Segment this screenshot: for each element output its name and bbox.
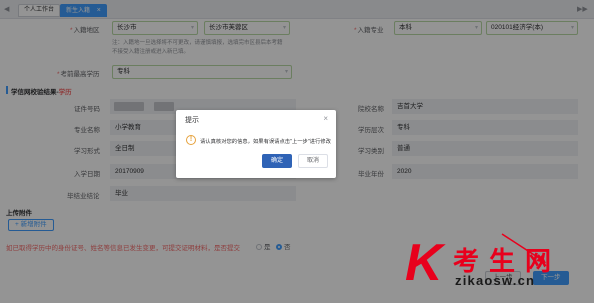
warning-icon: !	[186, 135, 196, 145]
confirm-button[interactable]: 确定	[262, 154, 292, 168]
watermark-logo: K	[405, 234, 443, 292]
site-watermark: K 考生网 zikaosw.cn	[405, 234, 590, 299]
watermark-url: zikaosw.cn	[455, 273, 536, 288]
cancel-button[interactable]: 取消	[298, 154, 328, 168]
confirm-dialog: 提示 × ! 请认真核对您的信息，如果有误请点击"上一步"进行修改 确定 取消	[176, 110, 336, 178]
close-icon[interactable]: ×	[323, 114, 328, 123]
dialog-message: 请认真核对您的信息，如果有误请点击"上一步"进行修改	[200, 139, 331, 145]
dialog-title: 提示	[185, 117, 199, 124]
